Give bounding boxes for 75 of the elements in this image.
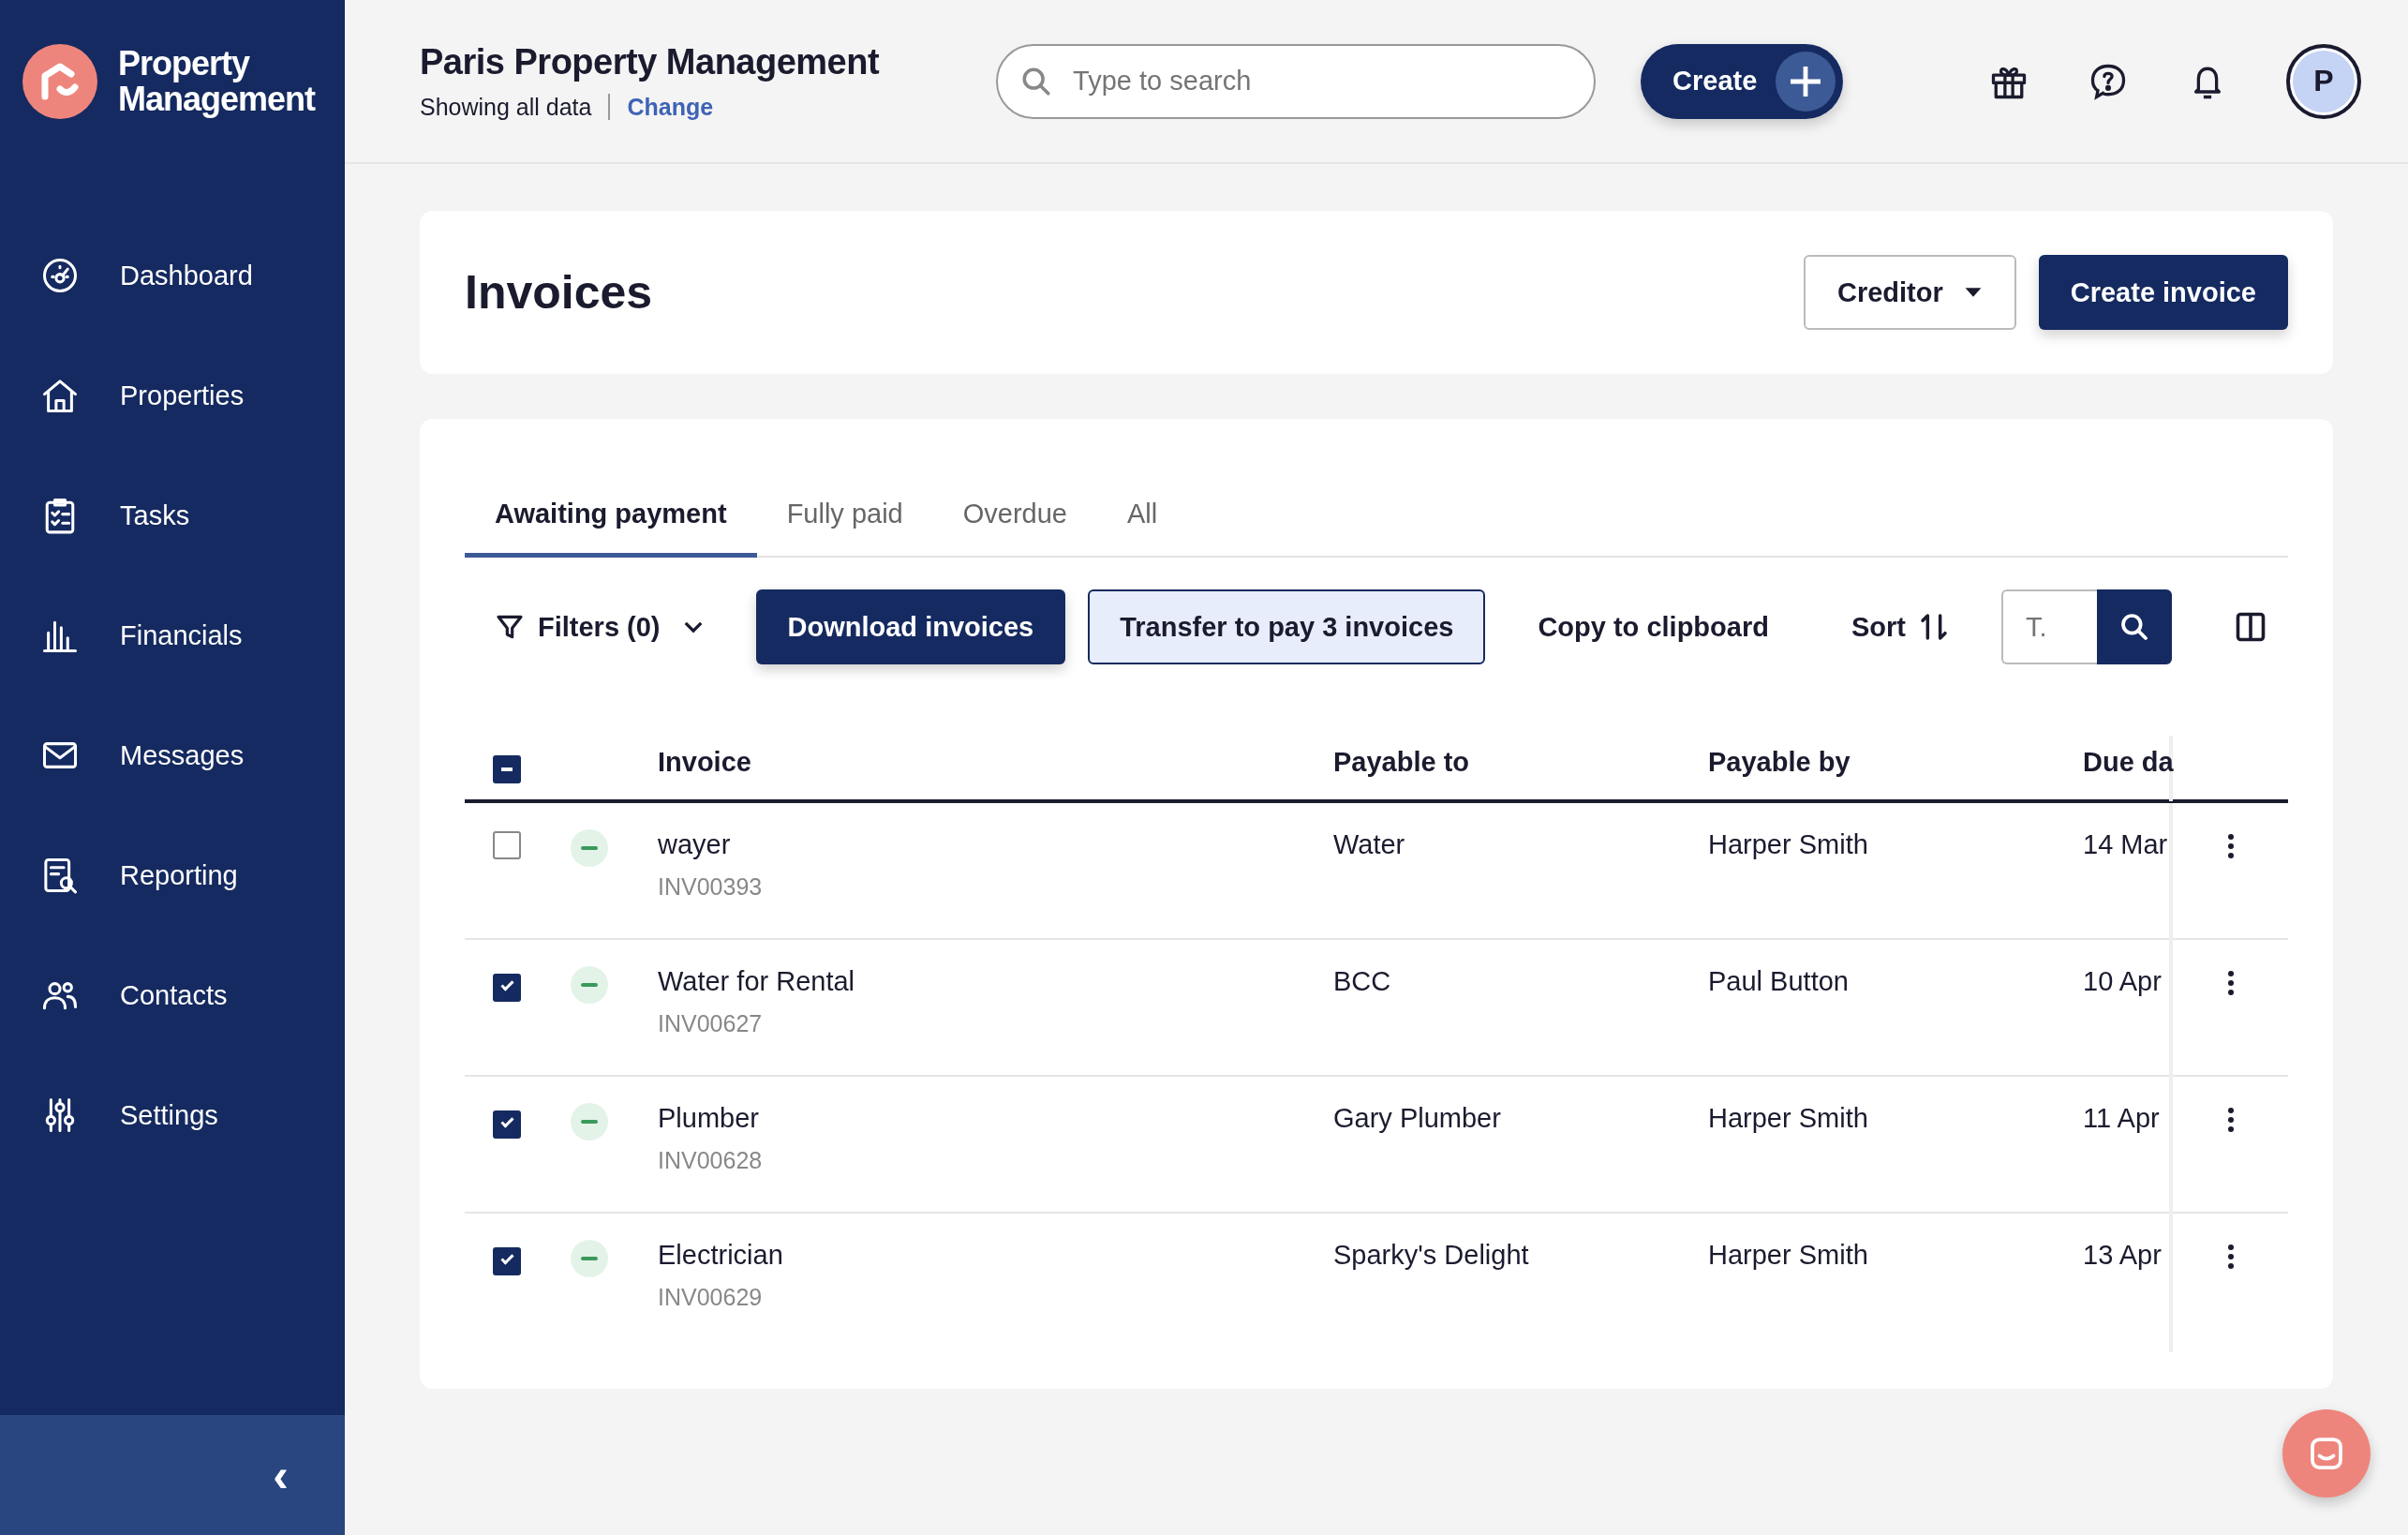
row-checkbox[interactable]	[493, 1110, 521, 1139]
table-cell: Water	[1333, 829, 1405, 859]
status-icon	[571, 1240, 608, 1277]
page-title: Invoices	[465, 265, 653, 320]
create-button[interactable]: Create	[1641, 43, 1844, 119]
table-cell: 11 Apr	[2083, 1103, 2160, 1133]
scope-text: Showing all data	[420, 93, 592, 121]
brand-name: Property Management	[118, 46, 317, 117]
sidebar-item[interactable]: Properties	[0, 335, 345, 455]
sidebar-item[interactable]: Contacts	[0, 935, 345, 1055]
copy-button[interactable]: Copy to clipboard	[1508, 589, 1799, 664]
status-icon	[571, 1103, 608, 1140]
more-icon[interactable]	[2226, 1244, 2235, 1270]
select-all-checkbox[interactable]	[493, 755, 521, 783]
transfer-button[interactable]: Transfer to pay 3 invoices	[1088, 589, 1486, 664]
sidebar-item[interactable]: Messages	[0, 695, 345, 815]
row-checkbox[interactable]	[493, 974, 521, 1002]
sidebar-item[interactable]: Reporting	[0, 815, 345, 935]
chevron-down-icon	[682, 620, 704, 633]
sidebar-item[interactable]: Tasks	[0, 455, 345, 575]
status-icon	[571, 966, 608, 1004]
invoice-number: INV00627	[658, 1010, 764, 1037]
tab[interactable]: Overdue	[932, 475, 1097, 558]
table-cell: Harper Smith	[1708, 1240, 1868, 1270]
table-cell: Gary Plumber	[1333, 1103, 1501, 1133]
creditor-dropdown[interactable]: Creditor	[1803, 255, 2016, 330]
table-cell: 10 Apr	[2083, 966, 2162, 996]
more-icon[interactable]	[2226, 833, 2235, 859]
create-invoice-button[interactable]: Create invoice	[2038, 255, 2288, 330]
table-cell: Sparky's Delight	[1333, 1240, 1529, 1270]
invoice-name: Water for Rental	[658, 966, 856, 997]
row-checkbox[interactable]	[493, 1247, 521, 1275]
column-header: Invoice	[658, 747, 751, 777]
column-header: Due da	[2083, 747, 2174, 777]
chat-button[interactable]	[2282, 1409, 2371, 1498]
sidebar-item[interactable]: Settings	[0, 1055, 345, 1175]
table-cell: 14 Mar	[2083, 829, 2168, 859]
filter-input[interactable]: T.	[2000, 589, 2097, 664]
invoice-name: Plumber	[658, 1103, 760, 1134]
change-link[interactable]: Change	[627, 93, 714, 121]
search-icon	[1020, 65, 1053, 97]
caret-icon	[1963, 287, 1983, 298]
sidebar-item[interactable]: Dashboard	[0, 216, 345, 335]
logo-icon	[22, 44, 97, 119]
table-cell: Paul Button	[1708, 966, 1849, 996]
organization-title: Paris Property Management	[420, 41, 880, 82]
filters-button[interactable]: Filters (0)	[465, 589, 734, 664]
tab[interactable]: All	[1097, 475, 1188, 558]
search-button[interactable]	[2096, 589, 2172, 664]
column-header: Payable to	[1333, 747, 1470, 777]
more-icon[interactable]	[2226, 1107, 2235, 1133]
collapse-button[interactable]: ‹	[263, 1448, 298, 1502]
status-icon	[571, 829, 608, 867]
sidebar-item[interactable]: Financials	[0, 575, 345, 695]
invoice-name: Electrician	[658, 1240, 784, 1271]
more-icon[interactable]	[2226, 970, 2235, 996]
invoice-number: INV00393	[658, 873, 764, 901]
search-field[interactable]: Type to search	[996, 43, 1597, 119]
sort-button[interactable]: Sort	[1821, 589, 1979, 664]
tab[interactable]: Fully paid	[756, 475, 933, 558]
download-invoices-button[interactable]: Download invoices	[755, 589, 1066, 664]
invoice-number: INV00629	[658, 1284, 764, 1311]
row-checkbox[interactable]	[493, 831, 521, 859]
sort-icon	[1918, 612, 1949, 642]
table-cell: 13 Apr	[2083, 1240, 2162, 1270]
tab[interactable]: Awaiting payment	[465, 475, 757, 558]
user-avatar[interactable]: P	[2286, 43, 2361, 119]
plus-icon	[1776, 51, 1836, 112]
invoice-number: INV00628	[658, 1147, 764, 1174]
invoice-name: wayer	[658, 829, 732, 860]
table-cell: Harper Smith	[1708, 829, 1868, 859]
table-cell: BCC	[1333, 966, 1391, 996]
search-icon	[2118, 612, 2149, 642]
column-header: Payable by	[1708, 747, 1851, 777]
table-cell: Harper Smith	[1708, 1103, 1868, 1133]
